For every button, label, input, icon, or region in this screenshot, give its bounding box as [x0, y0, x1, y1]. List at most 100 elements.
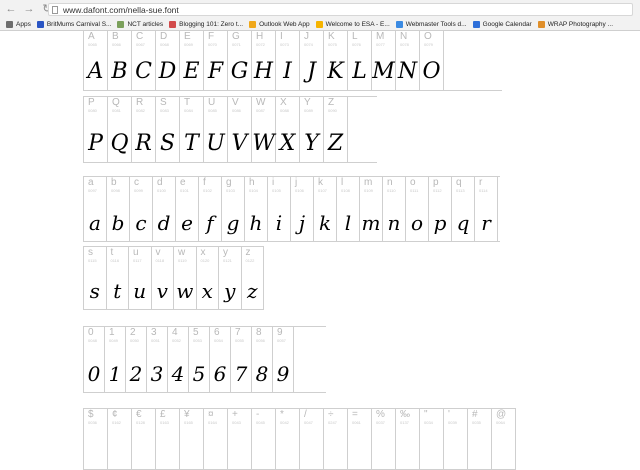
glyph-sample: G	[230, 59, 249, 84]
forward-arrow-icon[interactable]: →	[22, 2, 36, 16]
glyph-sample: e	[181, 211, 193, 235]
bookmark-item[interactable]: BritMums Carnival S...	[36, 20, 112, 28]
glyph-sample: I	[283, 59, 292, 84]
glyph-cell: G 0071 G	[228, 31, 252, 90]
glyph-cell: £0163	[156, 409, 180, 469]
bookmark-label: NCT articles	[127, 20, 164, 28]
glyph-cell: i 0105 i	[268, 177, 291, 241]
glyph-cell: t 0116 t	[107, 247, 129, 309]
glyph-code: 0099	[134, 188, 143, 193]
glyph-code: 0057	[277, 338, 286, 343]
glyph-sample: v	[156, 279, 168, 303]
glyph-character-label: 6	[214, 327, 220, 338]
bookmark-label: Outlook Web App	[259, 20, 310, 28]
glyph-character-label: 2	[130, 327, 136, 338]
back-arrow-icon[interactable]: ←	[4, 2, 18, 16]
glyph-sample: J	[307, 59, 316, 84]
bookmark-item[interactable]: Welcome to ESA - E...	[315, 20, 390, 28]
glyph-cell: A 0065 A	[84, 31, 108, 90]
bookmark-label: BritMums Carnival S...	[46, 20, 112, 28]
glyph-cell: ÷ 0247	[324, 409, 348, 469]
glyph-code: 0082	[136, 108, 145, 113]
glyph-character-label: @	[496, 409, 507, 420]
glyph-code: 0088	[280, 108, 289, 113]
glyph-code: 0061	[352, 420, 361, 425]
glyph-sample: g	[226, 211, 240, 235]
glyph-character-label: 7	[235, 327, 241, 338]
glyph-cell: j 0106 j	[291, 177, 314, 241]
glyph-character-label: C	[136, 31, 144, 42]
glyph-sample: b	[111, 211, 125, 235]
glyph-character-label: /	[304, 409, 307, 420]
glyph-character-label: B	[112, 31, 119, 42]
glyph-sample: E	[183, 59, 200, 84]
glyph-character-label: p	[433, 177, 439, 188]
glyph-cell: 4 0052 4	[168, 327, 189, 392]
glyph-sample: L	[352, 59, 367, 84]
bookmark-favicon-icon	[472, 20, 480, 28]
glyph-code: 0108	[341, 188, 350, 193]
glyph-cell: c 0099 c	[130, 177, 153, 241]
glyph-sample: n	[387, 211, 401, 235]
glyph-code: 0103	[226, 188, 235, 193]
glyph-sample: w	[176, 279, 194, 303]
glyph-cell: u 0117 u	[129, 247, 152, 309]
glyph-character-label: ÷	[328, 409, 334, 420]
glyph-sample: 0	[87, 362, 101, 386]
glyph-character-label: O	[424, 31, 432, 42]
glyph-character-label: w	[178, 247, 186, 258]
glyph-sample: f	[206, 211, 214, 235]
glyph-code: 0116	[110, 258, 120, 263]
glyph-code: 0113	[456, 188, 465, 193]
bookmark-item[interactable]: Google Calendar	[472, 20, 532, 28]
glyph-code: 0075	[328, 42, 337, 47]
glyph-code: 0045	[256, 420, 265, 425]
glyph-sample: m	[361, 211, 381, 235]
bookmark-item[interactable]: NCT articles	[117, 20, 164, 28]
glyph-sample: z	[246, 279, 258, 303]
glyph-cell: R 0082 R	[132, 97, 156, 162]
glyph-cell: B 0066 B	[108, 31, 132, 90]
browser-chrome: ← → ↻ www.dafont.com/nella-sue.font Apps…	[0, 0, 640, 31]
glyph-character-label: q	[456, 177, 462, 188]
glyph-cell: S 0083 S	[156, 97, 180, 162]
glyph-cell: g 0103 g	[222, 177, 245, 241]
bookmark-label: WRAP Photography ...	[547, 20, 614, 28]
glyph-character-label: '	[448, 409, 450, 420]
glyph-sample: F	[207, 59, 224, 84]
bookmark-item[interactable]: Outlook Web App	[249, 20, 310, 28]
bookmark-item[interactable]: Webmaster Tools d...	[395, 20, 467, 28]
bookmark-item[interactable]: Apps	[6, 20, 31, 28]
glyph-character-label: *	[280, 409, 284, 420]
glyph-code: 0165	[184, 420, 193, 425]
glyph-code: 0081	[112, 108, 121, 113]
glyph-character-label: d	[157, 177, 163, 188]
glyph-code: 0064	[496, 420, 505, 425]
glyph-character-label: G	[232, 31, 240, 42]
glyph-sample: y	[224, 279, 236, 303]
glyph-code: 0069	[184, 42, 193, 47]
glyph-cell: f 0102 f	[199, 177, 222, 241]
glyph-character-label: W	[256, 97, 266, 108]
glyph-cell: F 0070 F	[204, 31, 228, 90]
bookmark-item[interactable]: WRAP Photography ...	[537, 20, 614, 28]
glyph-cell: @0064	[492, 409, 516, 469]
glyph-character-label: A	[88, 31, 95, 42]
glyph-character-label: S	[160, 97, 167, 108]
address-bar[interactable]: www.dafont.com/nella-sue.font	[48, 3, 633, 16]
glyph-character-label: 5	[193, 327, 199, 338]
glyph-code: 0087	[256, 108, 265, 113]
glyph-code: 0056	[256, 338, 265, 343]
glyph-code: 0115	[88, 258, 97, 263]
glyph-sample: U	[206, 131, 225, 156]
glyph-sample: N	[397, 59, 418, 84]
glyph-cell: M 0077 M	[372, 31, 396, 90]
glyph-character-label: ¤	[208, 409, 214, 420]
glyph-cell: 9 0057 9	[273, 327, 294, 392]
lowercase-row-2: s 0115 s t 0116 t u 0117 u v 0118 v w 0119 w x 0120 x y 012…	[83, 246, 264, 310]
bookmark-item[interactable]: Blogging 101: Zero t...	[169, 20, 243, 28]
glyph-cell: 0 0048 0	[84, 327, 105, 392]
glyph-sample: r	[481, 211, 491, 235]
glyph-code: 0086	[232, 108, 241, 113]
glyph-sample: 4	[171, 362, 185, 386]
